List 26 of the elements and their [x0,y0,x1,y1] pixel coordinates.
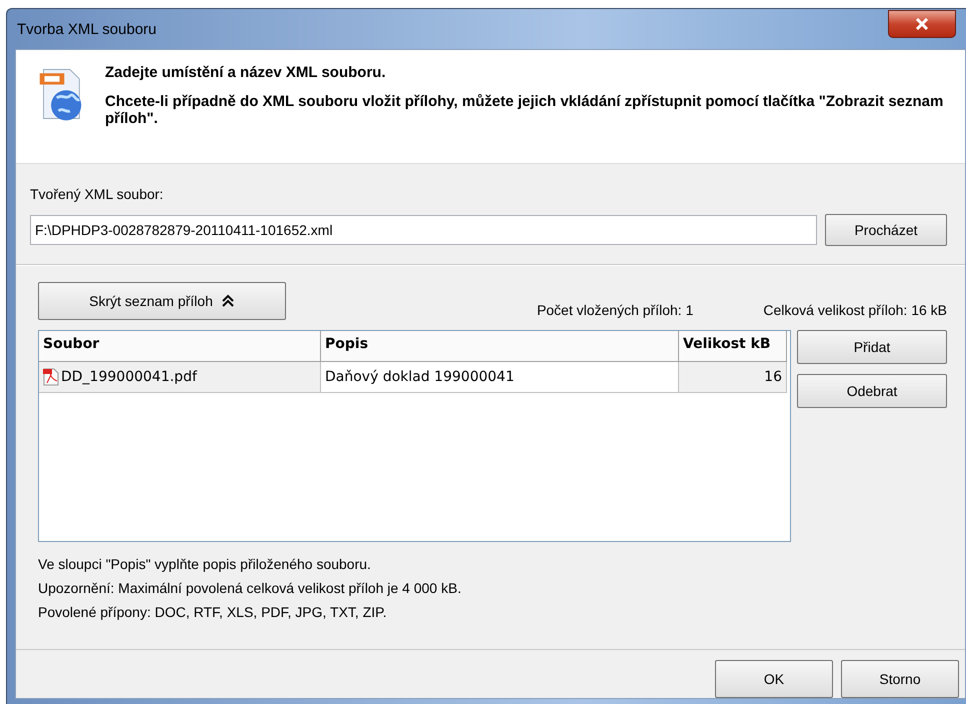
note-text: Ve sloupci "Popis" vyplňte popis přiloženého souboru. [38,556,372,572]
close-icon [915,18,929,30]
attachment-button[interactable]: Přidat [797,330,947,364]
header-title: Zadejte umístění a název XML souboru. [105,64,387,81]
column-header[interactable]: Soubor [39,331,321,362]
pdf-file-icon [43,368,59,386]
note-text: Povolené přípony: DOC, RTF, XLS, PDF, JPG, TXT, ZIP. [38,604,388,620]
attachment-count: Počet vložených příloh: 1 [536,302,694,318]
table-cell: 16 [679,362,787,393]
field-label: Tvořený XML soubor: [30,186,164,202]
double-chevron-icon [220,294,235,308]
close-button[interactable] [888,10,956,38]
window-title: Tvorba XML souboru [16,20,157,38]
column-header[interactable]: Popis [321,331,679,362]
browse-button[interactable]: Procházet [825,214,947,246]
note-text: Upozornění: Maximální povolená celková velikost příloh je 4 000 kB. [38,580,462,596]
total-size: Celková velikost příloh: 16 kB [763,302,947,318]
dialog-button[interactable]: Storno [841,660,959,698]
table-cell: DD_199000041.pdf [61,369,197,385]
toggle-list-button[interactable]: Skrýt seznam příloh [38,282,286,320]
column-header[interactable]: Velikost kB [679,331,787,362]
file-path-field[interactable]: F:\DPHDP3-0028782879-20110411-101652.xml [30,215,817,245]
header-text: Chcete-li případně do XML souboru vložit přílohy, můžete jejich vkládání zpřístupnit pomocí tlačítka "Zobrazit seznam příloh". [105,93,944,127]
attachment-button[interactable]: Odebrat [797,374,947,408]
dialog-button[interactable]: OK [715,660,833,698]
description-field[interactable]: Daňový doklad 199000041 [321,362,679,393]
